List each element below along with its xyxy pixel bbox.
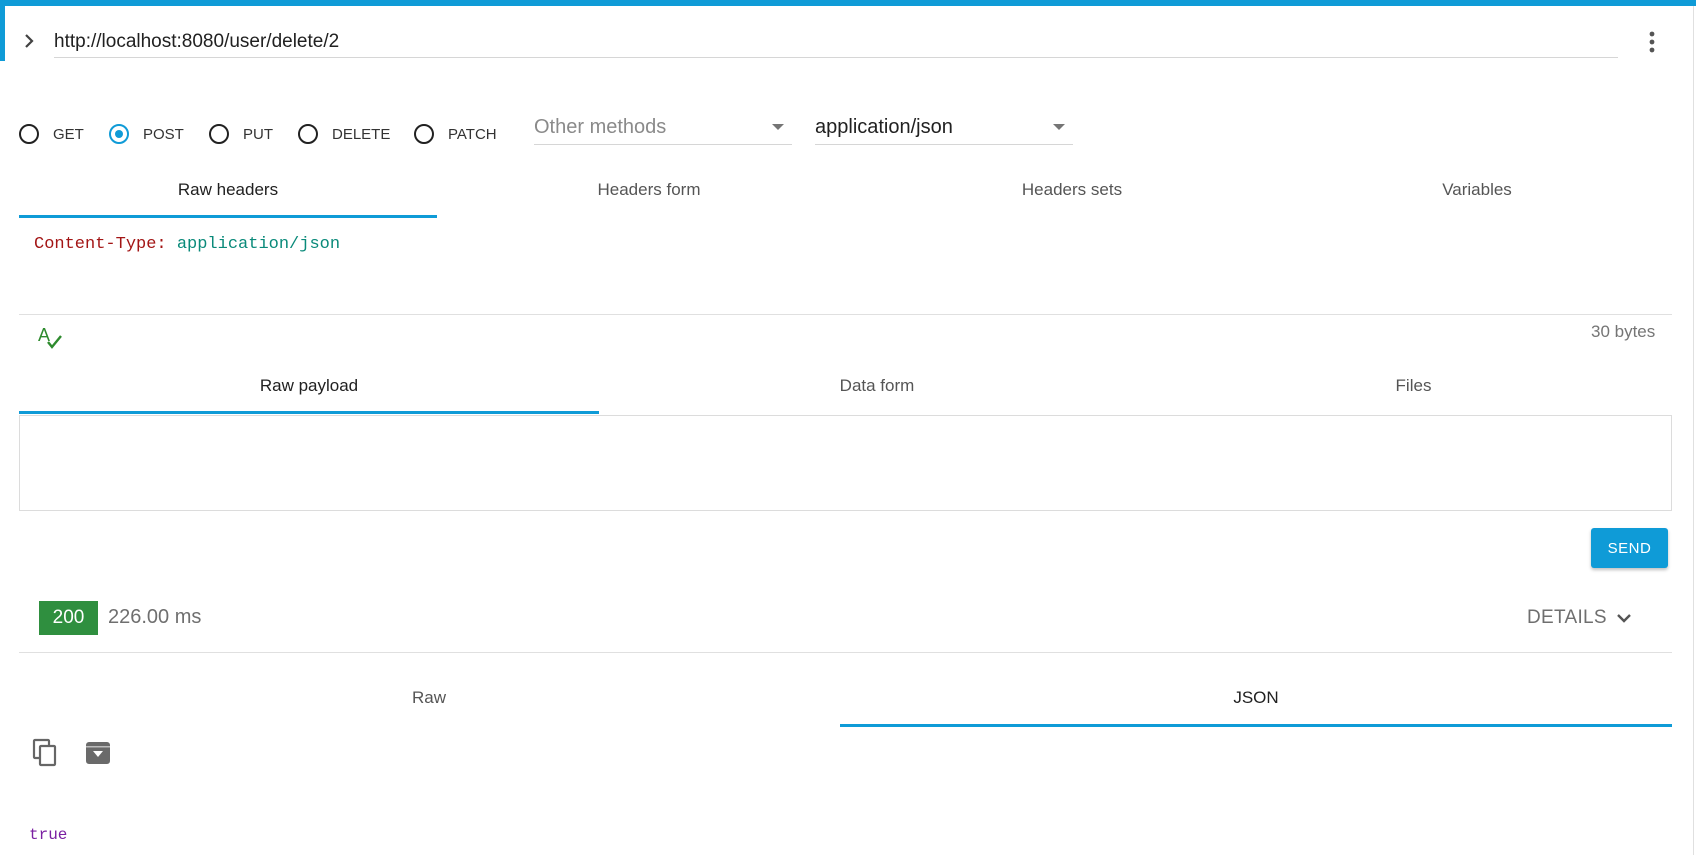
tab-headers-sets[interactable]: Headers sets: [862, 168, 1282, 212]
more-vert-icon: [1649, 31, 1655, 53]
archive-icon: [86, 742, 110, 764]
tab-data-form[interactable]: Data form: [599, 364, 1155, 408]
method-label: DELETE: [332, 125, 391, 143]
method-radio-get[interactable]: GET: [19, 122, 84, 146]
copy-icon: [32, 738, 57, 767]
url-input[interactable]: [54, 26, 1618, 58]
tab-label: Raw payload: [259, 376, 359, 395]
tab-raw-payload[interactable]: Raw payload: [19, 364, 599, 408]
active-tab-indicator: [840, 724, 1672, 727]
method-label: PATCH: [448, 125, 497, 143]
status-badge: 200: [39, 601, 98, 635]
tab-raw-headers[interactable]: Raw headers: [19, 168, 437, 212]
save-response-button[interactable]: [82, 737, 114, 769]
radio-circle[interactable]: [298, 124, 318, 144]
headers-validator-button[interactable]: A: [34, 320, 66, 352]
json-response-body: true: [29, 826, 68, 844]
method-radio-patch[interactable]: PATCH: [414, 122, 497, 146]
radio-circle[interactable]: [109, 124, 129, 144]
tab-response-raw[interactable]: Raw: [19, 676, 839, 720]
tab-label: Headers form: [597, 180, 701, 199]
scrollbar-track[interactable]: [1693, 6, 1694, 855]
content-type-dropdown[interactable]: application/json: [815, 110, 1073, 145]
method-radio-post[interactable]: POST: [109, 122, 184, 146]
tab-label: Files: [1395, 376, 1432, 395]
active-tab-indicator: [19, 411, 599, 414]
send-button[interactable]: SEND: [1591, 528, 1668, 568]
active-tab-indicator: [19, 215, 437, 218]
details-button[interactable]: DETAILS: [1527, 604, 1633, 632]
chevron-right-icon: [25, 34, 34, 48]
method-label: POST: [143, 125, 184, 143]
tab-label: Raw headers: [177, 180, 279, 199]
headers-editor-divider: [19, 314, 1672, 315]
other-methods-dropdown[interactable]: Other methods: [534, 110, 792, 145]
copy-button[interactable]: [28, 737, 62, 769]
tab-files[interactable]: Files: [1155, 364, 1672, 408]
header-value: application/json: [176, 235, 341, 254]
response-time: 226.00 ms: [108, 606, 202, 628]
radio-circle[interactable]: [19, 124, 39, 144]
response-divider: [19, 652, 1672, 653]
tab-response-json[interactable]: JSON: [840, 676, 1672, 720]
method-label: GET: [53, 125, 84, 143]
tab-label: Headers sets: [1021, 180, 1123, 199]
radio-circle[interactable]: [414, 124, 434, 144]
active-request-marker: [0, 6, 5, 61]
more-options-button[interactable]: [1640, 24, 1664, 60]
top-accent-bar: [0, 0, 1696, 6]
headers-size: 30 bytes: [1591, 322, 1656, 341]
payload-editor[interactable]: [19, 415, 1672, 511]
chevron-down-icon: [1053, 124, 1065, 130]
header-key: Content-Type:: [34, 235, 167, 254]
details-label: DETAILS: [1527, 607, 1607, 628]
radio-circle[interactable]: [209, 124, 229, 144]
expand-url-button[interactable]: [18, 28, 40, 54]
tab-label: Variables: [1442, 180, 1512, 199]
tab-label: Raw: [411, 688, 446, 707]
method-radio-delete[interactable]: DELETE: [298, 122, 390, 146]
spellcheck-icon: A: [38, 325, 62, 349]
chevron-down-icon: [1617, 614, 1631, 623]
tab-label: JSON: [1233, 688, 1279, 707]
other-methods-placeholder: Other methods: [534, 115, 667, 138]
content-type-value: application/json: [815, 115, 953, 138]
method-label: PUT: [243, 125, 273, 143]
headers-editor[interactable]: Content-Type: application/json: [34, 235, 340, 254]
method-radio-put[interactable]: PUT: [209, 122, 273, 146]
tab-headers-form[interactable]: Headers form: [440, 168, 858, 212]
tab-variables[interactable]: Variables: [1284, 168, 1670, 212]
chevron-down-icon: [772, 124, 784, 130]
tab-label: Data form: [839, 376, 915, 395]
